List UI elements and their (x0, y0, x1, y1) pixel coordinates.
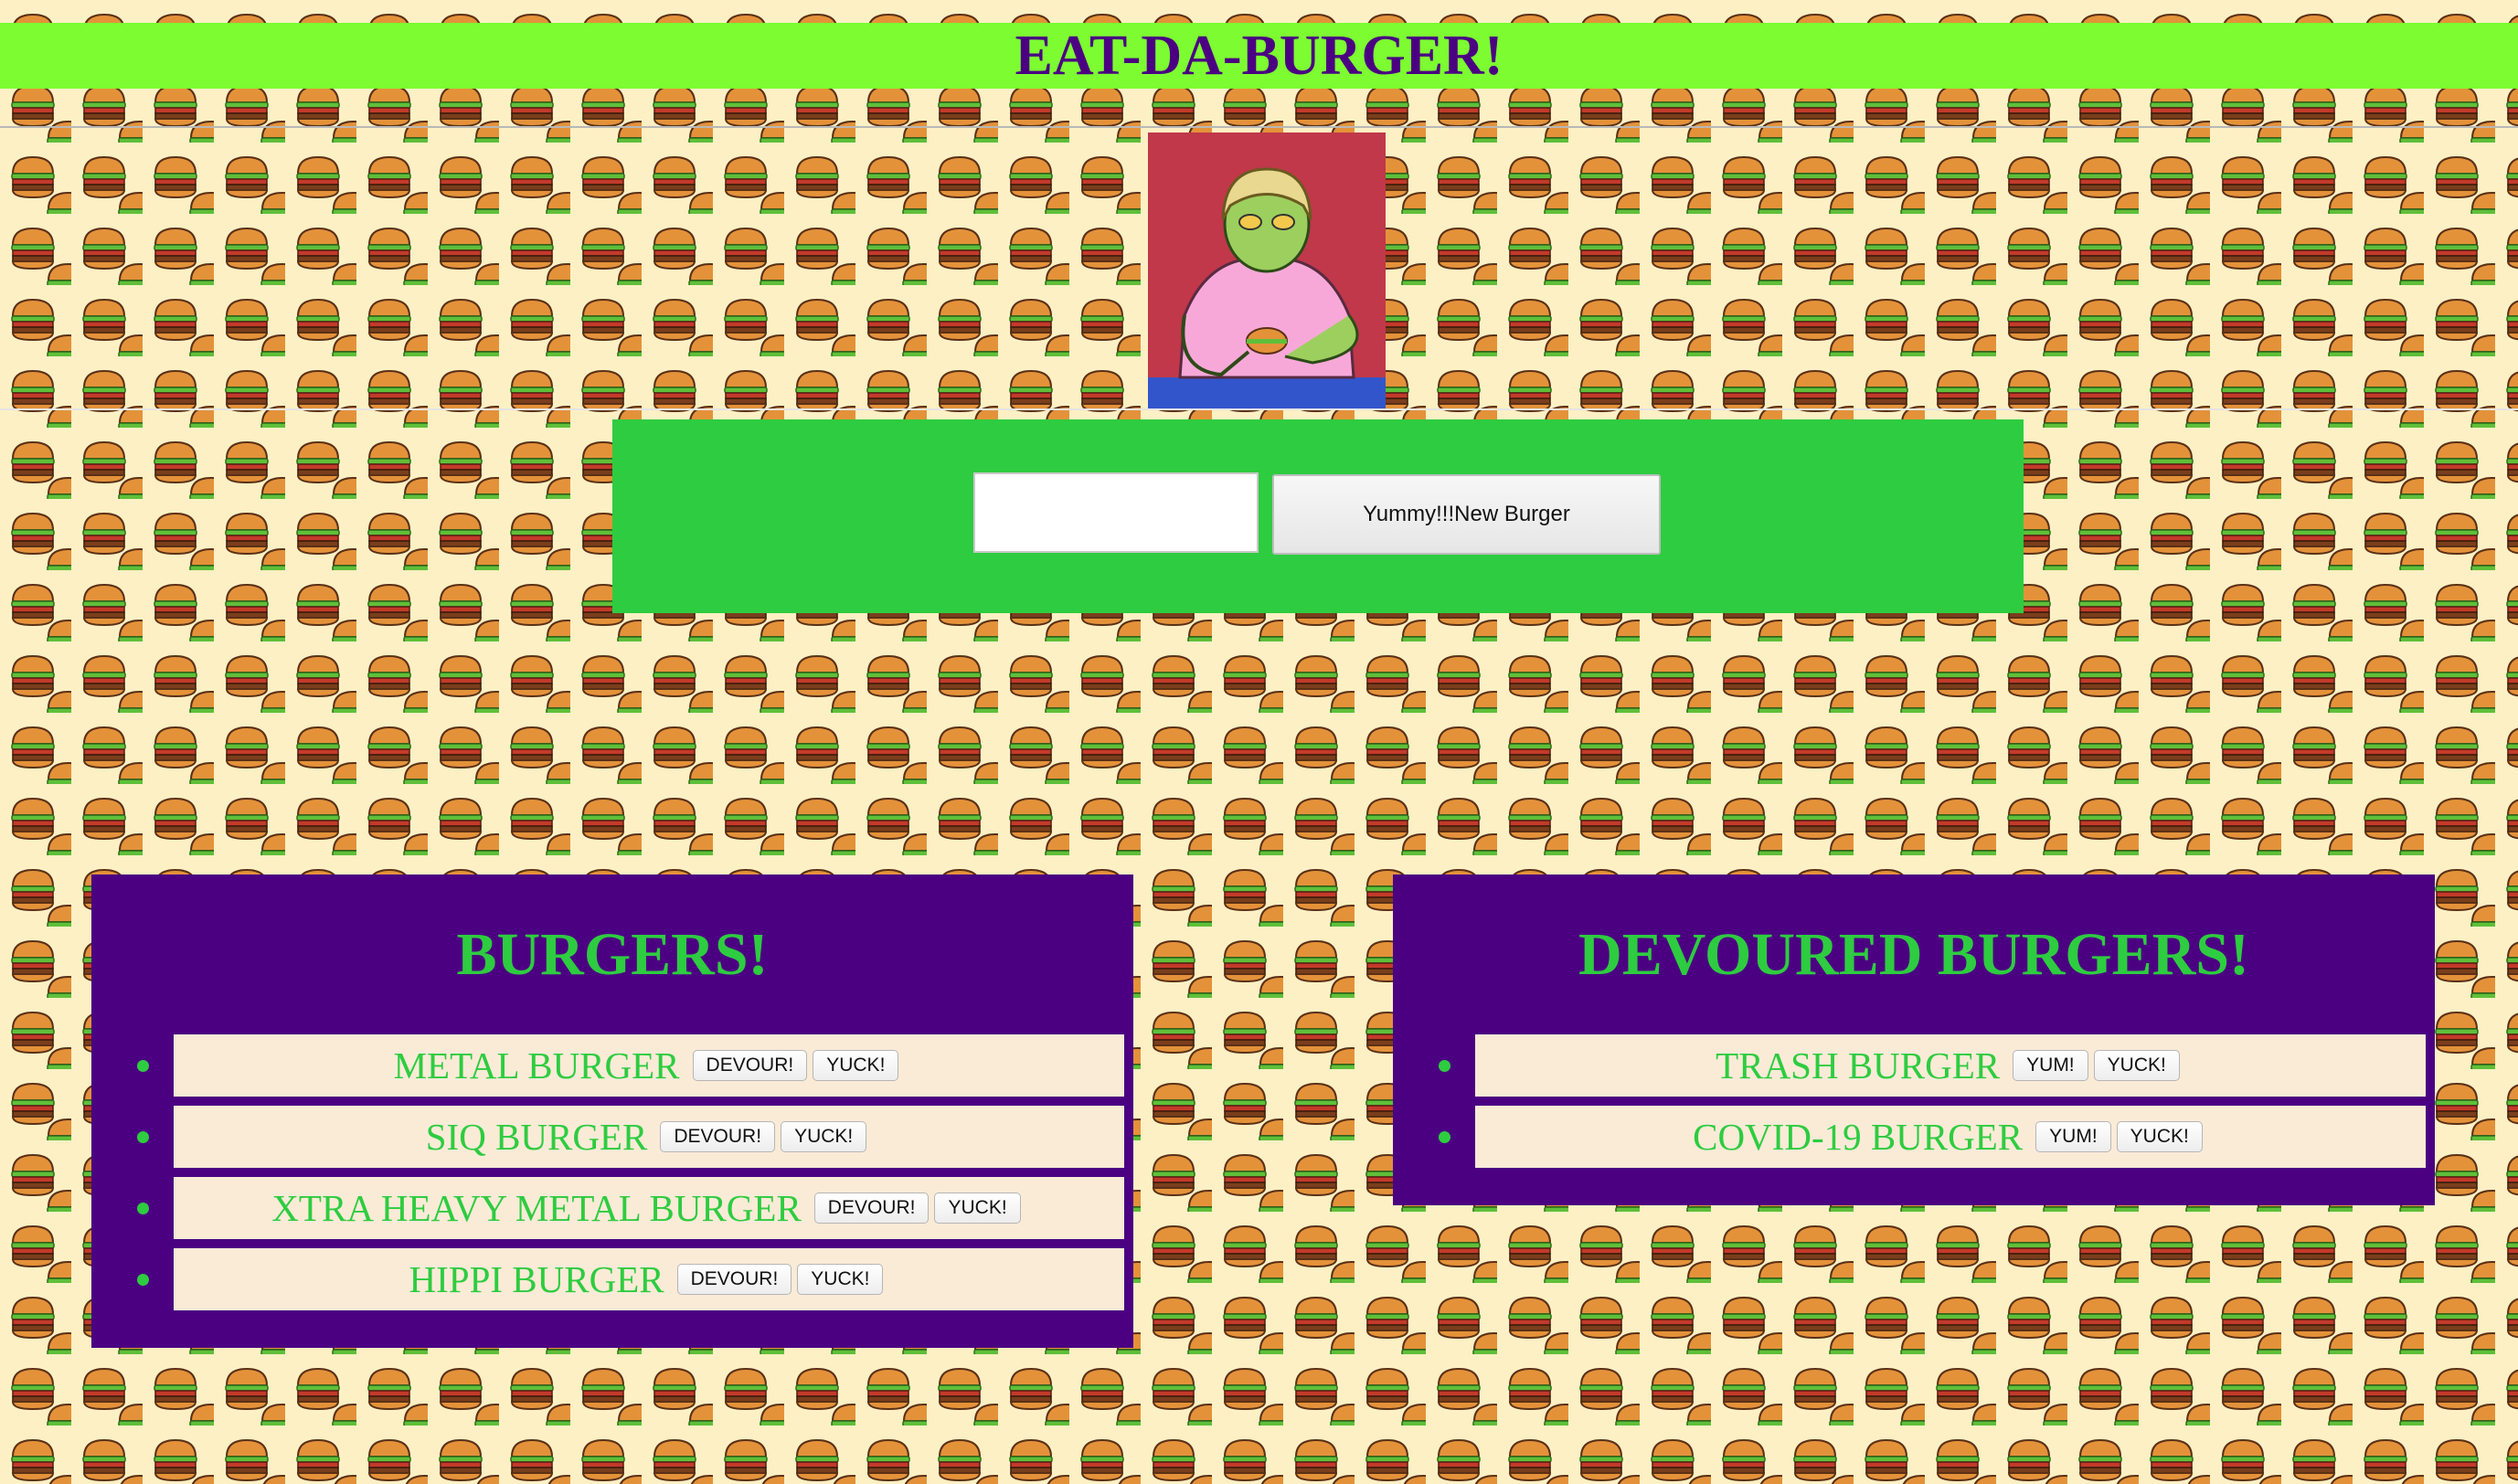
divider (0, 126, 2518, 128)
burger-item: HIPPI BURGER DEVOUR! YUCK! (174, 1248, 1124, 1310)
divider (0, 408, 2518, 410)
burgers-heading: BURGERS! (456, 921, 769, 988)
burger-name: TRASH BURGER (1716, 1044, 2001, 1086)
burgers-list: METAL BURGER DEVOUR! YUCK! SIQ BURGER DE… (91, 1034, 1133, 1320)
burger-name-input[interactable] (973, 472, 1259, 553)
devour-button[interactable]: DEVOUR! (660, 1121, 776, 1152)
burger-item: XTRA HEAVY METAL BURGER DEVOUR! YUCK! (174, 1177, 1124, 1239)
devour-button[interactable]: DEVOUR! (692, 1050, 808, 1081)
page-title: EAT-DA-BURGER! (1015, 25, 1503, 87)
burger-eater-illustration-icon (1148, 132, 1386, 408)
bullet-icon (137, 1060, 149, 1072)
devoured-heading: DEVOURED BURGERS! (1578, 921, 2249, 988)
devour-button[interactable]: DEVOUR! (813, 1192, 930, 1224)
bullet-icon (1439, 1060, 1450, 1072)
yuck-button[interactable]: YUCK! (2116, 1121, 2203, 1152)
list-item: XTRA HEAVY METAL BURGER DEVOUR! YUCK! (91, 1177, 1133, 1239)
header-bar: EAT-DA-BURGER! (0, 23, 2518, 89)
submit-burger-button[interactable]: Yummy!!!New Burger (1272, 474, 1661, 555)
burger-name: METAL BURGER (393, 1044, 680, 1086)
yuck-button[interactable]: YUCK! (934, 1192, 1021, 1224)
burgers-panel: BURGERS! METAL BURGER DEVOUR! YUCK! SIQ … (91, 874, 1133, 1348)
bullet-icon (137, 1131, 149, 1143)
burger-name: SIQ BURGER (425, 1116, 648, 1158)
list-item: METAL BURGER DEVOUR! YUCK! (91, 1034, 1133, 1097)
yuck-button[interactable]: YUCK! (2093, 1050, 2180, 1081)
devoured-burgers-panel: DEVOURED BURGERS! TRASH BURGER YUM! YUCK… (1393, 874, 2435, 1205)
yum-button[interactable]: YUM! (2013, 1050, 2088, 1081)
new-burger-form: Yummy!!!New Burger (612, 419, 2024, 613)
devoured-item: TRASH BURGER YUM! YUCK! (1475, 1034, 2426, 1097)
burger-name: XTRA HEAVY METAL BURGER (271, 1187, 802, 1229)
devoured-item: COVID-19 BURGER YUM! YUCK! (1475, 1106, 2426, 1168)
bullet-icon (137, 1274, 149, 1286)
burger-item: SIQ BURGER DEVOUR! YUCK! (174, 1106, 1124, 1168)
bullet-icon (137, 1203, 149, 1214)
bullet-icon (1439, 1131, 1450, 1143)
yum-button[interactable]: YUM! (2035, 1121, 2111, 1152)
list-item: TRASH BURGER YUM! YUCK! (1393, 1034, 2435, 1097)
list-item: HIPPI BURGER DEVOUR! YUCK! (91, 1248, 1133, 1310)
yuck-button[interactable]: YUCK! (797, 1264, 884, 1295)
burger-name: HIPPI BURGER (409, 1258, 664, 1300)
burger-item: METAL BURGER DEVOUR! YUCK! (174, 1034, 1124, 1097)
list-item: SIQ BURGER DEVOUR! YUCK! (91, 1106, 1133, 1168)
yuck-button[interactable]: YUCK! (813, 1050, 899, 1081)
burger-name: COVID-19 BURGER (1693, 1116, 2024, 1158)
list-item: COVID-19 BURGER YUM! YUCK! (1393, 1106, 2435, 1168)
devoured-list: TRASH BURGER YUM! YUCK! COVID-19 BURGER … (1393, 1034, 2435, 1177)
devour-button[interactable]: DEVOUR! (676, 1264, 792, 1295)
yuck-button[interactable]: YUCK! (781, 1121, 867, 1152)
